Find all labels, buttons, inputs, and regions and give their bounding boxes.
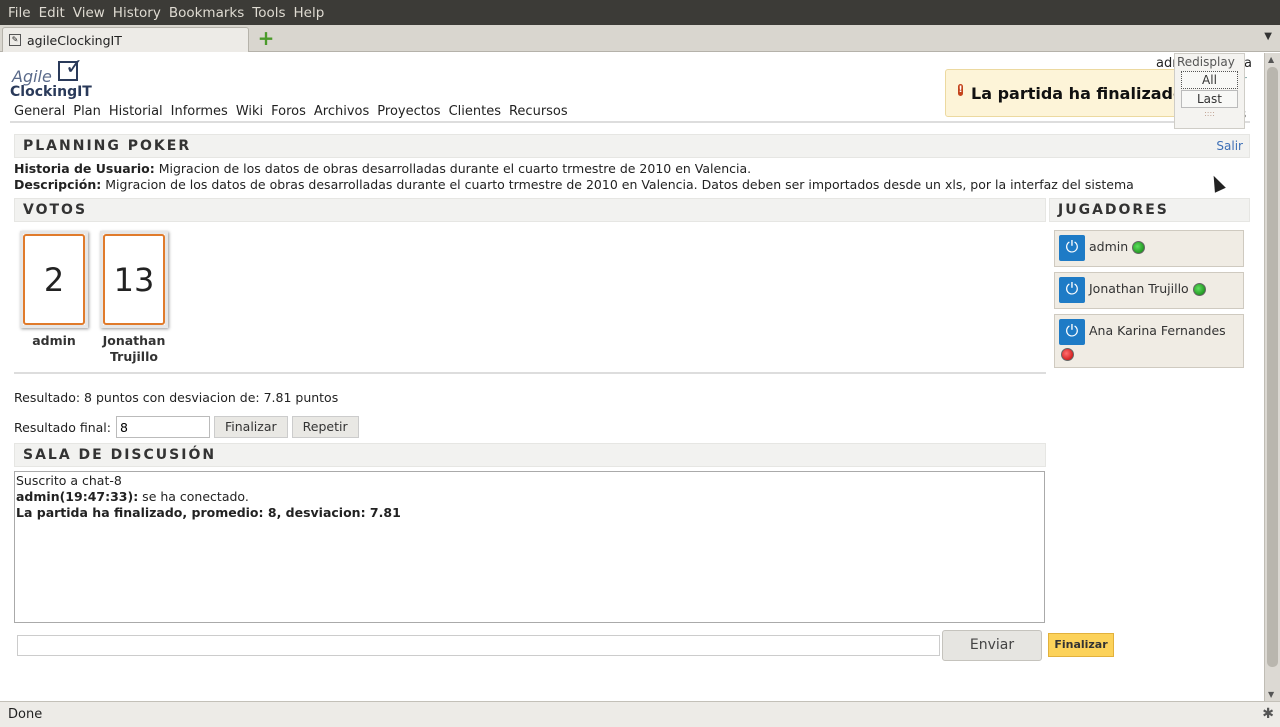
alert-icon: ! — [958, 84, 964, 96]
nav-historial[interactable]: Historial — [105, 104, 167, 119]
nav-recursos[interactable]: Recursos — [505, 104, 572, 119]
player-item: ⏻ Ana Karina Fernandes — [1054, 314, 1244, 368]
power-icon[interactable]: ⏻ — [1059, 319, 1085, 345]
offline-status-icon — [1061, 348, 1074, 361]
votes-header: VOTOS — [14, 198, 1046, 222]
menu-history[interactable]: History — [109, 5, 165, 21]
chat-header: SALA DE DISCUSIÓN — [14, 443, 1046, 467]
notice-text: La partida ha finalizado — [971, 83, 1184, 103]
story-info: Historia de Usuario: Migracion de los da… — [14, 161, 1134, 193]
send-button[interactable]: Enviar — [942, 630, 1042, 661]
menu-file[interactable]: File — [4, 5, 35, 21]
nav-clientes[interactable]: Clientes — [445, 104, 505, 119]
vote-card-value: 2 — [23, 234, 85, 325]
player-item: ⏻ admin — [1054, 230, 1244, 267]
scrollbar-thumb[interactable] — [1267, 67, 1278, 667]
chat-line: Suscrito a chat-8 — [16, 473, 122, 488]
nav-foros[interactable]: Foros — [267, 104, 310, 119]
nav-informes[interactable]: Informes — [167, 104, 232, 119]
redisplay-all-button[interactable]: All — [1181, 71, 1238, 89]
status-text: Done — [8, 707, 43, 722]
menu-tools[interactable]: Tools — [248, 5, 289, 21]
players-title: JUGADORES — [1058, 202, 1169, 218]
finalize-button[interactable]: Finalizar — [213, 416, 288, 438]
scroll-up-icon[interactable]: ▲ — [1268, 55, 1274, 64]
vote-card-owner: admin — [32, 333, 76, 348]
nav-general[interactable]: General — [10, 104, 69, 119]
browser-menubar: File Edit View History Bookmarks Tools H… — [0, 0, 1280, 25]
menu-edit[interactable]: Edit — [35, 5, 69, 21]
tab-list-chevron-icon[interactable]: ▼ — [1264, 31, 1272, 42]
redisplay-panel: Redisplay All Last :::: — [1174, 53, 1245, 129]
chat-message: se ha conectado. — [138, 489, 249, 504]
nav-wiki[interactable]: Wiki — [232, 104, 267, 119]
chat-title: SALA DE DISCUSIÓN — [23, 447, 217, 463]
addon-bug-icon[interactable]: ✱ — [1262, 706, 1274, 722]
players-header: JUGADORES — [1049, 198, 1250, 222]
finalize-game-button[interactable]: Finalizar — [1048, 633, 1114, 657]
nav-proyectos[interactable]: Proyectos — [373, 104, 444, 119]
exit-link[interactable]: Salir — [1216, 135, 1243, 157]
nav-plan[interactable]: Plan — [69, 104, 105, 119]
scroll-down-icon[interactable]: ▼ — [1268, 690, 1274, 699]
redisplay-title: Redisplay — [1177, 55, 1235, 69]
redisplay-last-button[interactable]: Last — [1181, 90, 1238, 108]
chat-message-input[interactable] — [17, 635, 940, 656]
planning-title: PLANNING POKER — [23, 138, 192, 154]
notice-banner: ! La partida ha finalizado — [945, 69, 1185, 117]
description-text: Migracion de los datos de obras desarrol… — [101, 177, 1134, 192]
vote-card-owner: Jonathan Trujillo — [102, 333, 166, 364]
online-status-icon — [1192, 283, 1206, 296]
chat-log[interactable]: Suscrito a chat-8 admin(19:47:33): se ha… — [14, 471, 1045, 623]
vote-card-value: 13 — [103, 234, 165, 325]
final-result-row: Resultado final: Finalizar Repetir — [14, 416, 359, 438]
description-label: Descripción: — [14, 177, 102, 192]
menu-help[interactable]: Help — [290, 5, 329, 21]
planning-header: PLANNING POKER Salir — [14, 134, 1250, 158]
player-name: Ana Karina Fernandes — [1089, 323, 1226, 338]
nav-archivos[interactable]: Archivos — [310, 104, 373, 119]
power-icon[interactable]: ⏻ — [1059, 235, 1085, 261]
new-tab-icon[interactable]: + — [256, 28, 276, 49]
chat-line: La partida ha finalizado, promedio: 8, d… — [16, 505, 1043, 521]
app-logo[interactable]: Agile ✓ ClockingIT — [10, 55, 100, 101]
player-name: admin — [1089, 239, 1129, 254]
vote-card: 2 — [20, 231, 88, 328]
final-result-input[interactable] — [115, 416, 210, 438]
repeat-button[interactable]: Repetir — [291, 416, 359, 438]
chat-user: admin(19:47:33): — [16, 489, 139, 504]
online-status-icon — [1132, 241, 1146, 254]
chat-message-bold: La partida ha finalizado, promedio: 8, d… — [16, 505, 401, 520]
result-text: Resultado: 8 puntos con desviacion de: 7… — [14, 390, 339, 405]
tab-title: agileClockingIT — [27, 32, 122, 48]
player-name-wrap: Jonathan Trujillo — [1089, 281, 1206, 296]
votes-title: VOTOS — [23, 202, 88, 218]
story-text: Migracion de los datos de obras desarrol… — [154, 161, 752, 176]
final-result-label: Resultado final: — [14, 419, 111, 435]
menu-view[interactable]: View — [69, 5, 109, 21]
power-icon[interactable]: ⏻ — [1059, 277, 1085, 303]
browser-tabbar: ✎ agileClockingIT + ▼ — [0, 25, 1280, 52]
browser-tab[interactable]: ✎ agileClockingIT — [2, 27, 249, 52]
logo-text-clockingit: ClockingIT — [10, 84, 92, 100]
page-favicon-icon: ✎ — [9, 34, 21, 46]
redisplay-grip[interactable]: :::: — [1175, 109, 1244, 119]
user-menu-tail: a — [1244, 56, 1252, 71]
player-item: ⏻ Jonathan Trujillo — [1054, 272, 1244, 309]
logo-check-icon: ✓ — [65, 55, 84, 80]
browser-statusbar: Done ✱ — [0, 701, 1280, 727]
vote-card: 13 — [100, 231, 168, 328]
player-name-wrap: admin — [1089, 239, 1146, 254]
page-content: Agile ✓ ClockingIT adm a r General Plan … — [0, 53, 1264, 701]
mouse-cursor-icon — [1208, 173, 1226, 193]
player-name: Jonathan Trujillo — [1089, 281, 1189, 296]
votes-divider — [14, 372, 1046, 374]
vertical-scrollbar[interactable]: ▲ ▼ — [1264, 53, 1280, 701]
chat-line: admin(19:47:33): se ha conectado. — [16, 489, 1043, 505]
story-label: Historia de Usuario: — [14, 161, 155, 176]
menu-bookmarks[interactable]: Bookmarks — [165, 5, 248, 21]
